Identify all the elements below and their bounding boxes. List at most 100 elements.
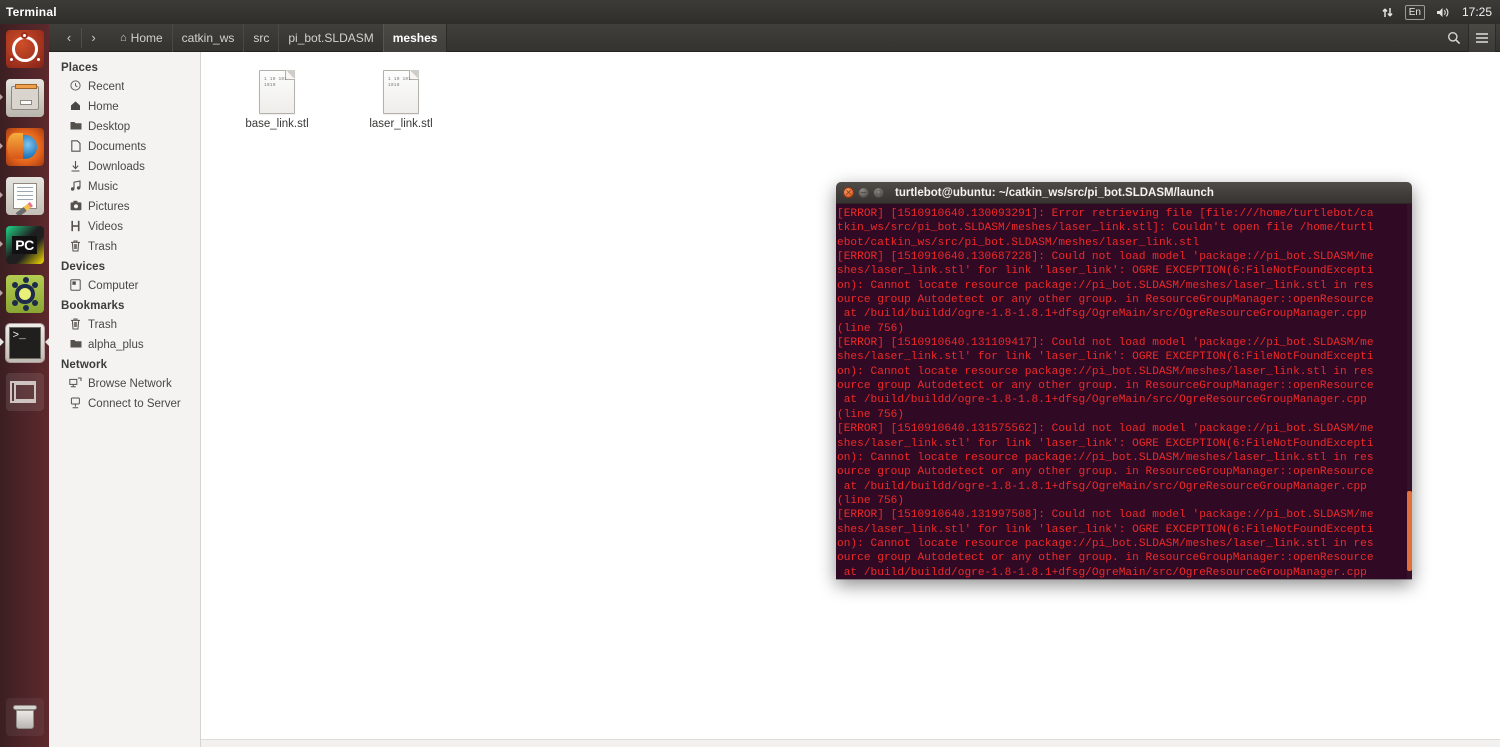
breadcrumb-item-catkin-ws[interactable]: catkin_ws (171, 23, 244, 52)
sidebar-item-documents[interactable]: Documents (49, 137, 200, 157)
trash-can-icon (5, 697, 44, 736)
launcher-item-workspace-switcher[interactable] (0, 367, 49, 416)
breadcrumb-label: meshes (392, 30, 438, 45)
launcher-item-terminal[interactable]: >_ (0, 318, 49, 367)
sidebar-item-browse-network[interactable]: Browse Network (49, 374, 200, 394)
sidebar-item-recent[interactable]: Recent (49, 77, 200, 97)
sidebar-heading-places: Places (61, 62, 99, 74)
folder-icon (69, 338, 82, 352)
sidebar-item-label: Home (88, 101, 119, 113)
binary-file-bits: 1 10 101 1010 (264, 77, 288, 88)
breadcrumb-item-meshes[interactable]: meshes (382, 23, 448, 52)
sidebar-item-label: Documents (88, 141, 147, 153)
list-item[interactable]: 1 10 101 1010 laser_link.stl (339, 70, 463, 144)
terminal-scrollbar[interactable] (1407, 204, 1412, 579)
terminal-titlebar[interactable]: turtlebot@ubuntu: ~/catkin_ws/src/pi_bot… (836, 182, 1412, 204)
sidebar-item-desktop[interactable]: Desktop (49, 117, 200, 137)
sidebar-item-label: alpha_plus (88, 339, 144, 351)
keyboard-layout-indicator[interactable]: En (1404, 4, 1425, 20)
launcher-item-trash[interactable] (0, 692, 49, 741)
file-manager-toolbar: ‹ › ⌂ Home catkin_ws src pi_bot.SLDASM m… (49, 23, 1500, 52)
launcher-item-files[interactable] (0, 73, 49, 122)
pycharm-badge-label: PC (12, 235, 37, 254)
download-arrow-icon (69, 160, 82, 175)
launcher-item-pycharm[interactable]: PC (0, 220, 49, 269)
sidebar-item-label: Music (88, 181, 119, 193)
network-updown-arrows-icon[interactable] (1381, 6, 1394, 19)
search-icon[interactable] (1440, 24, 1468, 52)
terminal-scrollbar-thumb[interactable] (1407, 491, 1412, 571)
trash-can-icon (69, 318, 82, 333)
sidebar-item-bookmark-trash[interactable]: Trash (49, 315, 200, 335)
ros-nodes-icon (5, 274, 44, 313)
terminal-title: turtlebot@ubuntu: ~/catkin_ws/src/pi_bot… (895, 186, 1214, 199)
minimize-button[interactable] (858, 183, 869, 203)
terminal-body[interactable]: [ERROR] [1510910640.130093291]: Error re… (836, 204, 1412, 579)
sidebar-item-music[interactable]: Music (49, 177, 200, 197)
terminal-output: [ERROR] [1510910640.130093291]: Error re… (837, 208, 1374, 579)
close-button[interactable] (843, 184, 854, 202)
sidebar-item-alpha-plus[interactable]: alpha_plus (49, 335, 200, 355)
film-strip-icon (69, 220, 82, 235)
panel-app-title[interactable]: Terminal (6, 5, 57, 19)
network-browse-icon (69, 377, 82, 391)
clock-icon (69, 80, 82, 94)
breadcrumb-label: pi_bot.SLDASM (288, 30, 374, 45)
toolbar-right-buttons (1440, 24, 1496, 52)
sidebar-item-label: Recent (88, 81, 125, 93)
camera-icon (69, 200, 82, 214)
volume-speaker-icon[interactable] (1436, 6, 1451, 19)
breadcrumb-item-src[interactable]: src (243, 23, 278, 52)
sidebar-item-label: Computer (88, 280, 139, 292)
breadcrumb-label: Home (130, 30, 163, 45)
launcher-item-text-editor[interactable] (0, 171, 49, 220)
file-name-label: laser_link.stl (369, 118, 433, 130)
file-name-label: base_link.stl (245, 118, 309, 130)
sidebar-item-downloads[interactable]: Downloads (49, 157, 200, 177)
terminal-window[interactable]: turtlebot@ubuntu: ~/catkin_ws/src/pi_bot… (836, 182, 1412, 579)
file-cabinet-icon (5, 78, 44, 117)
folder-icon (69, 120, 82, 134)
top-panel: Terminal En 17:25 (0, 0, 1500, 24)
launcher-item-ros[interactable] (0, 269, 49, 318)
sidebar-item-videos[interactable]: Videos (49, 217, 200, 237)
binary-file-icon: 1 10 101 1010 (259, 70, 295, 114)
sidebar-item-trash[interactable]: Trash (49, 237, 200, 257)
sidebar-item-label: Desktop (88, 121, 131, 133)
binary-file-icon: 1 10 101 1010 (383, 70, 419, 114)
menu-icon[interactable] (1468, 24, 1496, 52)
breadcrumb-item-pi-bot-sldasm[interactable]: pi_bot.SLDASM (278, 23, 382, 52)
breadcrumb: ⌂ Home catkin_ws src pi_bot.SLDASM meshe… (111, 23, 448, 52)
sidebar-item-pictures[interactable]: Pictures (49, 197, 200, 217)
breadcrumb-label: catkin_ws (181, 30, 235, 45)
terminal-icon: >_ (5, 323, 44, 362)
music-note-icon (69, 180, 82, 194)
workspace-squares-icon (5, 372, 44, 411)
launcher-item-firefox[interactable] (0, 122, 49, 171)
computer-icon (69, 278, 82, 294)
sidebar-item-label: Browse Network (88, 378, 172, 390)
breadcrumb-label: src (253, 30, 270, 45)
binary-file-bits: 1 10 101 1010 (388, 77, 412, 88)
window-bottom-strip (201, 739, 1500, 747)
clock[interactable]: 17:25 (1462, 5, 1492, 19)
sidebar-item-label: Videos (88, 221, 123, 233)
sidebar-item-connect-to-server[interactable]: Connect to Server (49, 394, 200, 414)
sidebar-item-label: Downloads (88, 161, 145, 173)
sidebar-item-computer[interactable]: Computer (49, 276, 200, 296)
terminal-prompt-glyph: >_ (8, 326, 41, 359)
list-item[interactable]: 1 10 101 1010 base_link.stl (215, 70, 339, 144)
chevron-left-icon[interactable]: ‹ (57, 28, 81, 48)
file-manager-sidebar: Places Recent Home Desktop Documents Dow… (49, 52, 201, 747)
launcher-item-ubuntu-dash[interactable] (0, 24, 49, 73)
server-connect-icon (69, 397, 82, 412)
panel-indicators: En 17:25 (1381, 0, 1492, 24)
chevron-right-icon[interactable]: › (81, 27, 105, 48)
sidebar-item-home[interactable]: Home (49, 97, 200, 117)
maximize-button[interactable] (873, 184, 884, 202)
sidebar-item-label: Pictures (88, 201, 130, 213)
breadcrumb-item-home[interactable]: ⌂ Home (111, 24, 172, 52)
home-icon (69, 100, 82, 114)
pycharm-icon: PC (5, 225, 44, 264)
document-pencil-icon (5, 176, 44, 215)
